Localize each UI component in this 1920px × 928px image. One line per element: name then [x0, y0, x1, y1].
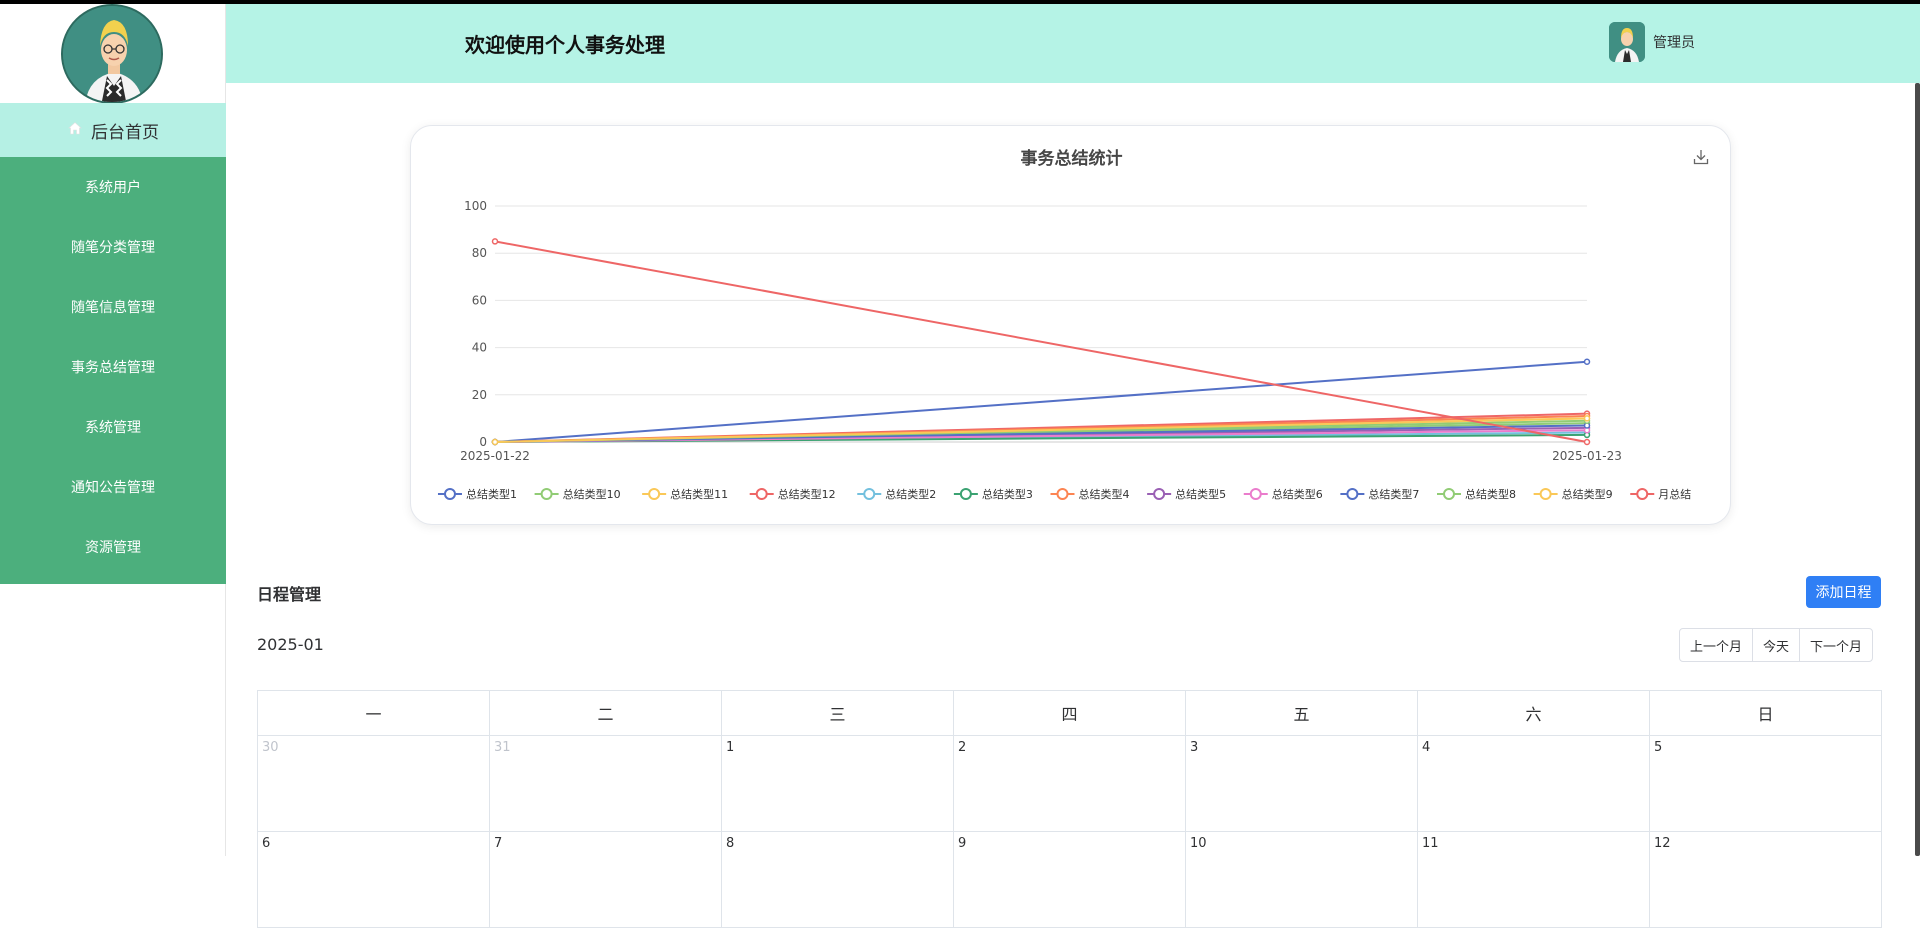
calendar-day[interactable]: 31 [489, 735, 722, 832]
download-icon[interactable] [1692, 148, 1710, 166]
calendar-day[interactable]: 10 [1185, 831, 1418, 928]
sidebar-menu: 系统用户 随笔分类管理 随笔信息管理 事务总结管理 系统管理 通知公告管理 资源… [0, 157, 226, 584]
legend-label: 总结类型7 [1368, 487, 1419, 501]
data-point [491, 438, 499, 446]
schedule-title: 日程管理 [257, 585, 322, 604]
legend-marker [443, 488, 456, 500]
legend-label: 月总结 [1658, 487, 1691, 501]
calendar-day[interactable]: 1 [721, 735, 954, 832]
legend-label: 总结类型10 [563, 487, 621, 501]
legend-marker [755, 488, 768, 500]
legend-marker [863, 488, 876, 500]
calendar-day[interactable]: 3 [1185, 735, 1418, 832]
sidebar-item-essay-info[interactable]: 随笔信息管理 [0, 277, 226, 337]
today-button[interactable]: 今天 [1752, 628, 1801, 662]
home-icon [67, 120, 83, 141]
legend-marker [1443, 488, 1455, 500]
calendar-day[interactable]: 11 [1417, 831, 1650, 928]
legend-marker [648, 488, 661, 500]
user-avatar [1609, 22, 1645, 62]
legend-marker [1153, 488, 1166, 500]
calendar-day[interactable]: 5 [1649, 735, 1882, 832]
calendar-day[interactable]: 2 [953, 735, 1186, 832]
user-name: 管理员 [1653, 35, 1695, 51]
legend-label: 总结类型12 [778, 487, 836, 501]
chart-title: 事务总结统计 [1020, 149, 1123, 169]
header: 欢迎使用个人事务处理 管理员 [226, 4, 1920, 83]
data-point [1583, 415, 1591, 422]
sidebar-item-affair-summary[interactable]: 事务总结管理 [0, 337, 226, 397]
legend-label: 总结类型5 [1175, 487, 1226, 501]
avatar [61, 4, 163, 104]
prev-month-button[interactable]: 上一个月 [1679, 628, 1754, 662]
weekday-header: 一 [257, 690, 490, 736]
page-title: 欢迎使用个人事务处理 [465, 33, 665, 57]
data-point [491, 238, 499, 245]
legend-marker [540, 488, 553, 500]
weekday-header: 六 [1417, 690, 1650, 736]
legend-label: 总结类型6 [1272, 487, 1323, 501]
weekday-header: 二 [489, 690, 722, 736]
x-tick-label: 2025-01-22 [460, 449, 530, 463]
calendar-day[interactable]: 4 [1417, 735, 1650, 832]
legend-marker [1636, 488, 1649, 500]
calendar-day[interactable]: 6 [257, 831, 490, 928]
legend-label: 总结类型4 [1079, 487, 1130, 501]
sidebar: 后台首页 系统用户 随笔分类管理 随笔信息管理 事务总结管理 系统管理 通知公告… [0, 4, 226, 856]
weekday-header: 三 [721, 690, 954, 736]
legend-marker [1056, 488, 1069, 500]
legend-label: 总结类型11 [670, 487, 728, 501]
sidebar-item-home-label: 后台首页 [91, 122, 159, 143]
weekday-header: 四 [953, 690, 1186, 736]
y-tick-label: 80 [472, 246, 487, 260]
add-schedule-button[interactable]: 添加日程 [1806, 576, 1881, 608]
y-tick-label: 100 [464, 199, 487, 213]
calendar-month: 2025-01 [257, 635, 324, 654]
legend-label: 总结类型9 [1562, 487, 1613, 501]
data-point [1583, 358, 1591, 366]
legend-marker [1249, 488, 1262, 500]
data-point [1583, 438, 1591, 446]
avatar-illustration [63, 6, 161, 102]
sidebar-item-system-management[interactable]: 系统管理 [0, 397, 226, 457]
chart-card: 0 20 40 60 80 100 2025-01-22 2025-01-23 总结类型1 总结类… [410, 125, 1731, 525]
user-menu[interactable]: 管理员 [1609, 22, 1695, 62]
legend-label: 总结类型8 [1465, 487, 1516, 501]
calendar: 一 二 三 四 五 六 日 30 31 1 2 3 4 5 6 7 8 9 10… [257, 690, 1882, 928]
weekday-header: 五 [1185, 690, 1418, 736]
sidebar-item-announcements[interactable]: 通知公告管理 [0, 457, 226, 517]
calendar-day[interactable]: 12 [1649, 831, 1882, 928]
legend-label: 总结类型3 [982, 487, 1033, 501]
sidebar-item-essay-category[interactable]: 随笔分类管理 [0, 217, 226, 277]
x-tick-label: 2025-01-23 [1552, 449, 1622, 463]
sidebar-item-system-users[interactable]: 系统用户 [0, 157, 226, 217]
sidebar-item-home[interactable]: 后台首页 [0, 103, 226, 157]
sidebar-item-resources[interactable]: 资源管理 [0, 517, 226, 577]
calendar-day[interactable]: 9 [953, 831, 1186, 928]
next-month-button[interactable]: 下一个月 [1799, 628, 1874, 662]
legend-label: 总结类型2 [885, 487, 936, 501]
line-chart: 0 20 40 60 80 100 2025-01-22 2025-01-23 总结类型1 总结类… [437, 199, 1691, 501]
legend-marker [1539, 488, 1552, 500]
main-content: 0 20 40 60 80 100 2025-01-22 2025-01-23 总结类型1 总结类… [226, 83, 1920, 928]
weekday-header: 日 [1649, 690, 1882, 736]
calendar-day[interactable]: 8 [721, 831, 954, 928]
y-tick-label: 20 [472, 388, 487, 402]
legend-marker [959, 488, 972, 500]
calendar-day[interactable]: 7 [489, 831, 722, 928]
legend-label: 总结类型1 [466, 487, 517, 501]
y-tick-label: 40 [472, 341, 487, 355]
calendar-day[interactable]: 30 [257, 735, 490, 832]
legend-marker [1346, 488, 1359, 500]
y-tick-label: 60 [472, 293, 487, 307]
series-line [494, 240, 1588, 443]
calendar-nav: 上一个月 今天 下一个月 [1679, 628, 1874, 662]
y-tick-label: 0 [479, 435, 487, 449]
